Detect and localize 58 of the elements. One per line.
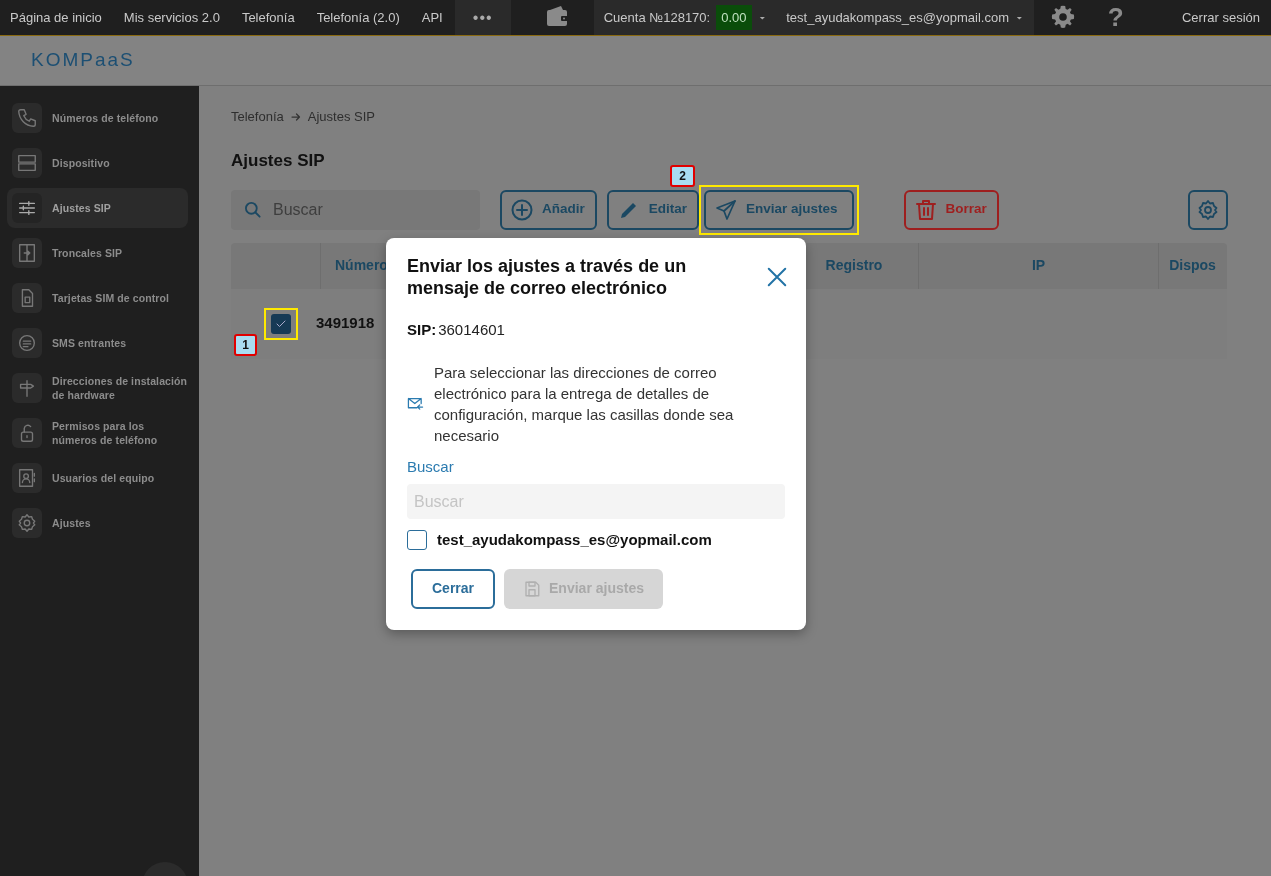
add-button[interactable]: Añadir xyxy=(500,189,597,230)
close-button[interactable]: Cerrar xyxy=(411,568,496,609)
help-icon[interactable]: ? xyxy=(1107,0,1124,35)
nav-link[interactable]: Telefonía (2.0) xyxy=(306,0,412,35)
nav-link[interactable]: Telefonía xyxy=(231,0,307,35)
close-icon xyxy=(766,265,788,288)
step-badge: 2 xyxy=(670,164,696,187)
sidebar-item[interactable]: Dispositivo xyxy=(7,143,188,183)
sidebar-item[interactable]: Usuarios del equipo xyxy=(7,458,188,498)
contact-card-icon xyxy=(16,467,38,489)
sidebar-item[interactable]: Ajustes SIP xyxy=(7,188,188,228)
search-label: Buscar xyxy=(407,456,455,477)
split-box-icon xyxy=(16,242,38,264)
step-badge: 1 xyxy=(234,333,257,356)
plus-circle-icon xyxy=(510,197,534,222)
search-icon xyxy=(243,199,263,220)
balance-value: 0.00 xyxy=(716,4,752,31)
server-icon xyxy=(16,152,38,174)
nav-link[interactable]: Mis servicios 2.0 xyxy=(113,0,232,35)
trash-icon xyxy=(913,197,938,222)
email-address: test_ayudakompass_es@yopmail.com xyxy=(437,530,712,550)
breadcrumb-item[interactable]: Telefonía xyxy=(231,107,284,127)
nav-link[interactable]: Página de inicio xyxy=(0,0,114,35)
table-cell: 3491918 xyxy=(316,314,375,332)
settings-button[interactable] xyxy=(1188,189,1228,230)
search-field[interactable]: Buscar xyxy=(231,189,480,230)
sip-label: SIP: xyxy=(407,320,437,340)
settings-icon[interactable] xyxy=(1049,4,1076,30)
hint-text: Para seleccionar las direcciones de correo electrónico para la entrega de detalles de configuración, marque las casillas donde sea necesario xyxy=(434,362,735,446)
sidebar-item[interactable]: Permisos para los números de teléfono xyxy=(7,413,188,453)
breadcrumb-item: Ajustes SIP xyxy=(307,108,375,127)
column-header: Dispos xyxy=(1158,242,1226,289)
sidebar-item[interactable]: Troncales SIP xyxy=(7,233,188,273)
email-checkbox[interactable] xyxy=(407,530,427,551)
search-input[interactable]: Buscar xyxy=(271,196,471,223)
column-header: IP xyxy=(918,242,1158,289)
row-checkbox[interactable] xyxy=(271,313,291,334)
send-button[interactable]: Enviar ajustes xyxy=(704,189,854,230)
arrow-icon xyxy=(289,111,302,123)
gear-icon xyxy=(16,512,38,534)
sidebar-item[interactable]: Números de teléfono xyxy=(7,98,188,138)
more-menu[interactable]: ••• xyxy=(454,0,511,35)
message-icon xyxy=(16,332,38,354)
sidebar-item[interactable]: SMS entrantes xyxy=(7,323,188,363)
phone-icon xyxy=(16,107,38,129)
mail-icon xyxy=(407,395,424,412)
user-email[interactable]: test_ayudakompass_es@yopmail.com xyxy=(786,7,1009,28)
edit-button[interactable]: Editar xyxy=(606,189,700,230)
sidebar-item[interactable]: Ajustes xyxy=(7,503,188,543)
sidebar-item[interactable]: Direcciones de instalación de hardware xyxy=(7,368,188,408)
nav-link[interactable]: API xyxy=(411,0,455,35)
settings-icon xyxy=(1196,197,1220,222)
sidebar-item[interactable]: Tarjetas SIM de control xyxy=(7,278,188,318)
account-label: Cuenta №128170: xyxy=(603,8,711,27)
paper-plane-icon xyxy=(714,197,739,222)
logout-link[interactable]: Cerrar sesión xyxy=(1181,0,1271,35)
sip-value: 36014601 xyxy=(438,320,505,340)
page-title: Ajustes SIP xyxy=(231,150,326,172)
